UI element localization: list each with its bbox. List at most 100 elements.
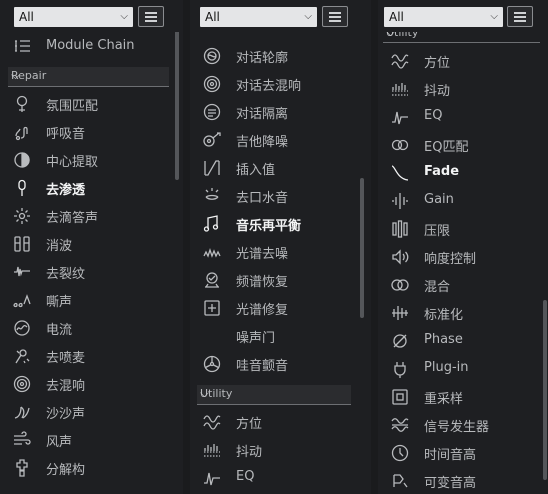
- module-item[interactable]: 光谱去噪: [190, 238, 371, 266]
- menu-button[interactable]: [322, 6, 348, 27]
- module-item[interactable]: 混合: [378, 271, 548, 299]
- module-item[interactable]: 嘶声: [0, 286, 183, 314]
- module-item[interactable]: 重采样: [378, 383, 548, 411]
- filter-dropdown-value: All: [19, 10, 34, 24]
- module-item[interactable]: 音乐再平衡: [190, 210, 371, 238]
- module-item-label: 方位: [424, 56, 451, 71]
- module-item[interactable]: 方位: [378, 47, 548, 75]
- module-item[interactable]: 去混响: [0, 370, 183, 398]
- phase-icon: [390, 331, 410, 351]
- module-item-label: 哇音颤音: [236, 359, 289, 374]
- module-item-label: 分解构: [46, 463, 86, 478]
- dither-icon: [202, 440, 222, 460]
- module-item[interactable]: 光谱修复: [190, 294, 371, 322]
- de-rustle-icon: [12, 402, 32, 422]
- category-header-utility[interactable]: Utility ⌵: [197, 385, 351, 405]
- module-item[interactable]: 沙沙声: [0, 398, 183, 426]
- module-item[interactable]: Fade: [378, 159, 548, 187]
- module-item[interactable]: 方位: [190, 408, 371, 436]
- module-item-label: 沙沙声: [46, 407, 86, 422]
- guitar-denoise-icon: [202, 130, 222, 150]
- module-item[interactable]: EQ: [190, 464, 371, 492]
- module-item[interactable]: 呼吸音: [0, 118, 183, 146]
- module-item[interactable]: 去裂纹: [0, 258, 183, 286]
- module-item[interactable]: 噪声门: [190, 322, 371, 350]
- hamburger-icon: [329, 12, 341, 14]
- filter-dropdown[interactable]: All ⌵: [200, 7, 317, 27]
- hamburger-icon: [145, 12, 157, 14]
- module-item[interactable]: 频谱恢复: [190, 266, 371, 294]
- module-item[interactable]: 氛围匹配: [0, 90, 183, 118]
- category-header-repair[interactable]: Repair ⌵: [8, 67, 169, 87]
- module-item[interactable]: 信号发生器: [378, 411, 548, 439]
- module-item-label: Phase: [424, 332, 463, 347]
- module-item-label: 混合: [424, 280, 451, 295]
- module-item[interactable]: 抖动: [190, 436, 371, 464]
- module-item[interactable]: 去滴答声: [0, 202, 183, 230]
- module-item[interactable]: 去渗透: [0, 174, 183, 202]
- module-item[interactable]: 中心提取: [0, 146, 183, 174]
- module-list-panel-2: 分辨 门对话轮廓对话去混响对话隔离吉他降噪插入值去口水音音乐再平衡光谱去噪频谱恢…: [190, 0, 371, 494]
- module-item[interactable]: 对话去混响: [190, 70, 371, 98]
- module-item[interactable]: 响度控制: [378, 243, 548, 271]
- module-item[interactable]: EQ: [378, 103, 548, 131]
- module-item-label: 光谱去噪: [236, 247, 289, 262]
- filter-dropdown[interactable]: All ⌵: [384, 7, 503, 27]
- module-item[interactable]: 电流: [0, 314, 183, 342]
- module-item-label: 嘶声: [46, 295, 73, 310]
- module-item[interactable]: 插入值: [190, 154, 371, 182]
- gain-icon: [390, 191, 410, 211]
- breath-icon: [12, 122, 32, 142]
- spectral-denoise-icon: [202, 242, 222, 262]
- module-item-label: 吉他降噪: [236, 135, 289, 150]
- module-chain-item[interactable]: Module Chain: [0, 33, 183, 61]
- module-item-label: 去滴答声: [46, 211, 99, 226]
- chevron-down-icon: ⌵: [120, 11, 128, 22]
- module-item-label: 对话去混响: [236, 79, 302, 94]
- module-item[interactable]: 风声: [0, 426, 183, 454]
- module-item[interactable]: 去喷麦: [0, 342, 183, 370]
- module-item-label: 消波: [46, 239, 73, 254]
- module-item[interactable]: 分解构: [0, 454, 183, 482]
- module-item[interactable]: 对话轮廓: [190, 42, 371, 70]
- module-item[interactable]: 标准化: [378, 299, 548, 327]
- module-item-label: 可变音高: [424, 476, 477, 491]
- plugin-icon: [390, 359, 410, 379]
- module-item[interactable]: 吉他降噪: [190, 126, 371, 154]
- dialogue-contour-icon: [202, 46, 222, 66]
- module-item[interactable]: 可变音高: [378, 467, 548, 494]
- panel-1-toolbar: All ⌵: [0, 0, 183, 32]
- eq-match-icon: [390, 135, 410, 155]
- module-item[interactable]: 时间音高: [378, 439, 548, 467]
- scrollbar[interactable]: [175, 30, 179, 180]
- filter-dropdown[interactable]: All ⌵: [14, 7, 133, 27]
- hamburger-icon: [514, 12, 526, 14]
- module-item[interactable]: 消波: [0, 230, 183, 258]
- module-item-label: EQ: [236, 469, 255, 484]
- module-item-label: 方位: [236, 417, 263, 432]
- module-item[interactable]: 抖动: [378, 75, 548, 103]
- menu-button[interactable]: [138, 6, 164, 27]
- module-item[interactable]: Plug-in: [378, 355, 548, 383]
- module-item[interactable]: 去口水音: [190, 182, 371, 210]
- module-item[interactable]: 哇音颤音: [190, 350, 371, 378]
- scrollbar[interactable]: [543, 300, 547, 480]
- module-item[interactable]: Phase: [378, 327, 548, 355]
- filter-dropdown-value: All: [389, 10, 404, 24]
- deconstruct-icon: [12, 458, 32, 478]
- module-item[interactable]: 对话隔离: [190, 98, 371, 126]
- module-item-label: EQ: [424, 108, 443, 123]
- module-item-label: 音乐再平衡: [236, 219, 302, 234]
- eq-icon: [202, 468, 222, 488]
- module-item[interactable]: EQ匹配: [378, 131, 548, 159]
- limiter-icon: [390, 219, 410, 239]
- module-item[interactable]: Gain: [378, 187, 548, 215]
- module-item-label: EQ匹配: [424, 140, 469, 155]
- scrollbar[interactable]: [360, 178, 364, 318]
- module-item[interactable]: 压限: [378, 215, 548, 243]
- menu-button[interactable]: [507, 6, 533, 27]
- module-item-label: 去裂纹: [46, 267, 86, 282]
- de-wind-icon: [12, 430, 32, 450]
- module-item-label: 对话轮廓: [236, 51, 289, 66]
- de-click-icon: [12, 206, 32, 226]
